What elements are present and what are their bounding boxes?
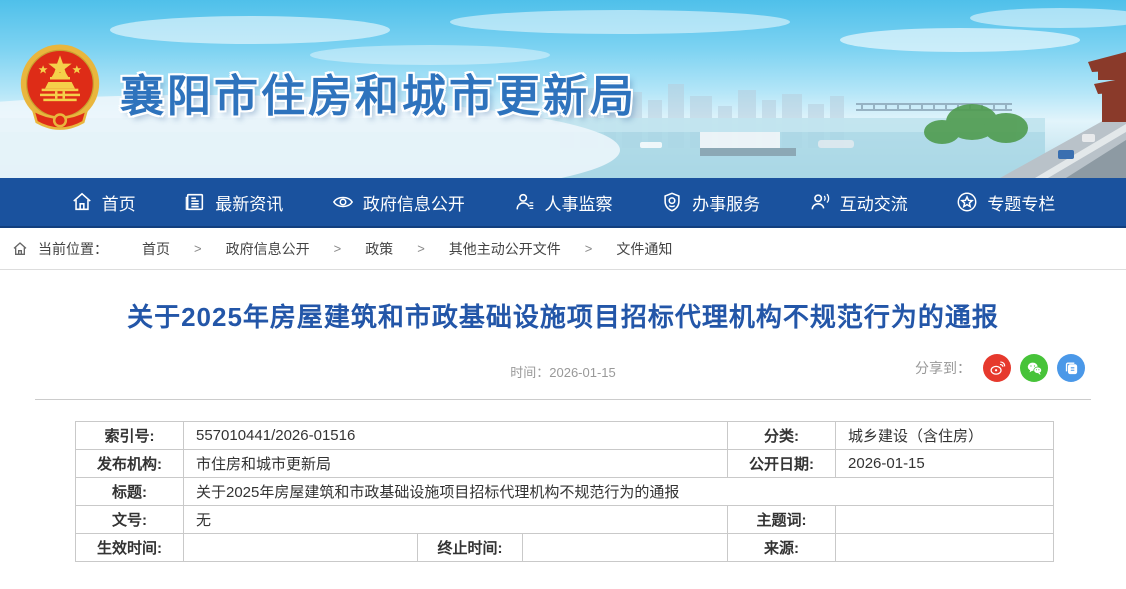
effective-date-value xyxy=(184,534,418,562)
nav-item-services[interactable]: 办事服务 xyxy=(661,190,760,215)
breadcrumb-separator: > xyxy=(585,241,593,256)
nav-label: 政府信息公开 xyxy=(363,190,465,215)
time-label: 时间： xyxy=(510,365,549,380)
doc-number-value: 无 xyxy=(184,506,728,534)
shield-icon xyxy=(661,191,683,213)
site-logo-link[interactable]: 襄阳市住房和城市更新局 xyxy=(18,42,637,142)
share-label: 分享到： xyxy=(915,358,971,378)
index-number-value: 557010441/2026-01516 xyxy=(184,422,728,450)
star-circle-icon xyxy=(956,191,978,213)
keywords-label: 主题词: xyxy=(728,506,836,534)
source-label: 来源: xyxy=(728,534,836,562)
nav-label: 最新资讯 xyxy=(215,190,283,215)
category-value: 城乡建设（含住房） xyxy=(836,422,1054,450)
expiry-date-value xyxy=(523,534,728,562)
article-title: 关于2025年房屋建筑和市政基础设施项目招标代理机构不规范行为的通报 xyxy=(0,297,1126,334)
breadcrumb-link-home[interactable]: 首页 xyxy=(142,239,170,259)
time-value: 2026-01-15 xyxy=(549,365,616,380)
breadcrumb-link-gov-info[interactable]: 政府信息公开 xyxy=(226,239,310,259)
eye-icon xyxy=(332,191,354,213)
keywords-value xyxy=(836,506,1054,534)
issuing-agency-label: 发布机构: xyxy=(76,450,184,478)
nav-item-special-topics[interactable]: 专题专栏 xyxy=(956,190,1055,215)
article-meta-line: 时间：2026-01-15 分享到： xyxy=(0,354,1126,386)
breadcrumb-link-doc-notice[interactable]: 文件通知 xyxy=(616,239,672,259)
title-value: 关于2025年房屋建筑和市政基础设施项目招标代理机构不规范行为的通报 xyxy=(184,478,1054,506)
breadcrumb: 当前位置： 首页 > 政府信息公开 > 政策 > 其他主动公开文件 > 文件通知 xyxy=(0,228,1126,270)
table-row: 文号: 无 主题词: xyxy=(76,506,1054,534)
index-number-label: 索引号: xyxy=(76,422,184,450)
china-national-emblem-icon xyxy=(18,42,102,142)
nav-item-home[interactable]: 首页 xyxy=(71,190,136,215)
share-copy-link-button[interactable] xyxy=(1057,354,1085,382)
nav-item-gov-info[interactable]: 政府信息公开 xyxy=(332,190,465,215)
site-banner: 襄阳市住房和城市更新局 xyxy=(0,0,1126,178)
publish-date-label: 公开日期: xyxy=(728,450,836,478)
nav-label: 办事服务 xyxy=(692,190,760,215)
nav-label: 互动交流 xyxy=(840,190,908,215)
share-weibo-button[interactable] xyxy=(983,354,1011,382)
breadcrumb-prefix: 当前位置： xyxy=(38,239,108,259)
breadcrumb-separator: > xyxy=(194,241,202,256)
source-value xyxy=(836,534,1054,562)
table-row: 索引号: 557010441/2026-01516 分类: 城乡建设（含住房） xyxy=(76,422,1054,450)
table-row: 标题: 关于2025年房屋建筑和市政基础设施项目招标代理机构不规范行为的通报 xyxy=(76,478,1054,506)
table-row: 发布机构: 市住房和城市更新局 公开日期: 2026-01-15 xyxy=(76,450,1054,478)
nav-label: 人事监察 xyxy=(545,190,613,215)
document-meta-table: 索引号: 557010441/2026-01516 分类: 城乡建设（含住房） … xyxy=(75,421,1126,562)
weibo-icon xyxy=(989,360,1006,377)
chat-people-icon xyxy=(809,191,831,213)
share-wechat-button[interactable] xyxy=(1020,354,1048,382)
table-row: 生效时间: 终止时间: 来源: xyxy=(76,534,1054,562)
title-label: 标题: xyxy=(76,478,184,506)
breadcrumb-separator: > xyxy=(417,241,425,256)
copy-link-icon xyxy=(1063,360,1080,377)
publish-date-value: 2026-01-15 xyxy=(836,450,1054,478)
page: 襄阳市住房和城市更新局 首页 最新资讯 政府信息公开 人事监察 xyxy=(0,0,1126,589)
share-bar: 分享到： xyxy=(915,354,1085,382)
nav-item-personnel[interactable]: 人事监察 xyxy=(514,190,613,215)
article-area: 关于2025年房屋建筑和市政基础设施项目招标代理机构不规范行为的通报 时间：20… xyxy=(0,270,1126,562)
breadcrumb-link-other-public-docs[interactable]: 其他主动公开文件 xyxy=(449,239,561,259)
issuing-agency-value: 市住房和城市更新局 xyxy=(184,450,728,478)
wechat-icon xyxy=(1026,360,1043,377)
breadcrumb-home-icon xyxy=(12,241,28,257)
nav-item-interaction[interactable]: 互动交流 xyxy=(809,190,908,215)
breadcrumb-separator: > xyxy=(334,241,342,256)
agency-name: 襄阳市住房和城市更新局 xyxy=(120,60,637,124)
home-icon xyxy=(71,191,93,213)
effective-date-label: 生效时间: xyxy=(76,534,184,562)
nav-label: 首页 xyxy=(102,190,136,215)
news-icon xyxy=(184,191,206,213)
person-icon xyxy=(514,191,536,213)
nav-item-news[interactable]: 最新资讯 xyxy=(184,190,283,215)
nav-label: 专题专栏 xyxy=(987,190,1055,215)
category-label: 分类: xyxy=(728,422,836,450)
section-divider xyxy=(35,399,1091,400)
main-nav: 首页 最新资讯 政府信息公开 人事监察 办事服务 xyxy=(0,178,1126,228)
doc-number-label: 文号: xyxy=(76,506,184,534)
expiry-date-label: 终止时间: xyxy=(418,534,523,562)
breadcrumb-link-policy[interactable]: 政策 xyxy=(365,239,393,259)
